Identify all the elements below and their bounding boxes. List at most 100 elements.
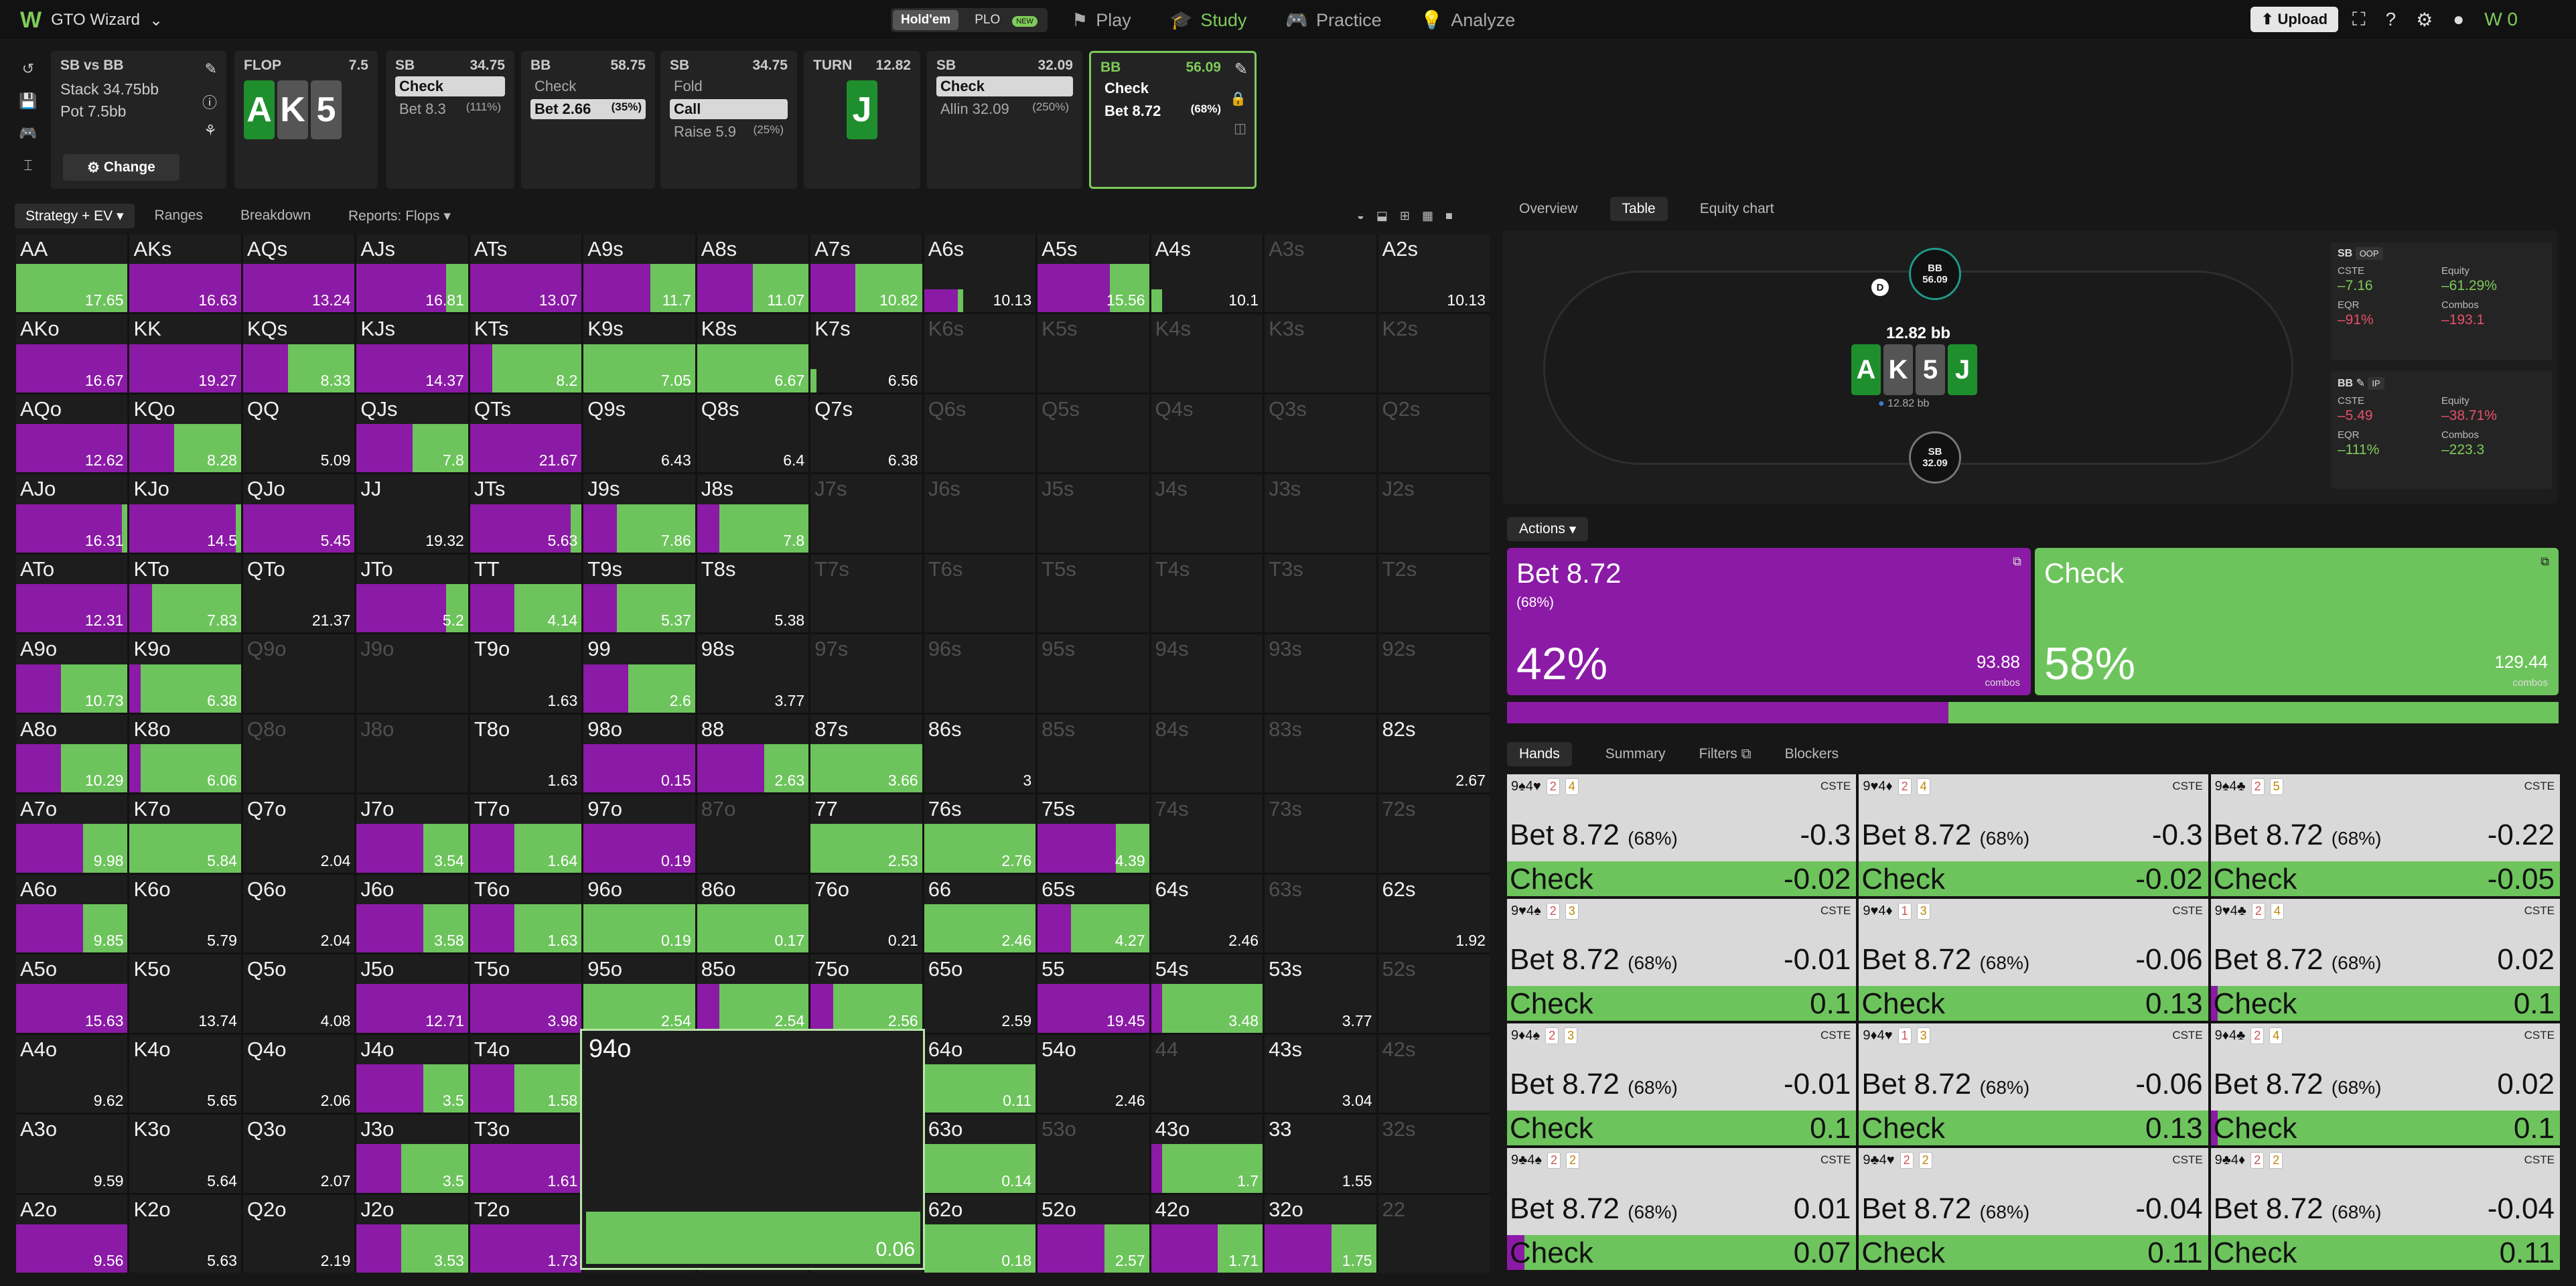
hand-cell[interactable]: 53s 3.77 [1265, 954, 1376, 1033]
hand-cell[interactable]: T5o 3.98 [470, 954, 582, 1033]
hand-cell[interactable]: T9s 5.37 [583, 554, 695, 633]
hand-cell[interactable]: 96s [924, 634, 1036, 713]
hand-cell[interactable]: 87s 3.66 [810, 714, 922, 793]
nav-analyze[interactable]: 💡 Analyze [1421, 9, 1516, 31]
hand-cell[interactable]: A3s [1265, 234, 1376, 313]
hand-cell[interactable]: A5o 15.63 [16, 954, 128, 1033]
upload-button[interactable]: ⬆ Upload [2250, 7, 2339, 32]
hand-cell[interactable]: JTs 5.63 [470, 474, 582, 553]
hand-cell[interactable]: J7s [810, 474, 922, 553]
tab-breakdown[interactable]: Breakdown [240, 208, 311, 224]
hand-cell[interactable]: Q9o [242, 634, 355, 713]
hand-cell[interactable]: 85o 2.54 [697, 954, 809, 1033]
bb-turn-card-selected[interactable]: BB 56.09 Check Bet 8.72 (68%) ✎ 🔒 ◫ [1089, 51, 1257, 189]
hand-cell[interactable]: A2o 9.56 [16, 1194, 128, 1273]
tab-reports[interactable]: Reports: Flops ▾ [348, 208, 451, 224]
hand-cell[interactable]: K8s 6.67 [697, 314, 809, 392]
hand-cell[interactable]: A6s 10.13 [924, 234, 1036, 313]
hand-cell[interactable]: QJo 5.45 [242, 474, 355, 553]
hand-cell[interactable]: 63s [1265, 874, 1376, 953]
hand-cell[interactable]: Q4s [1151, 394, 1263, 473]
hand-cell[interactable]: 98o 0.15 [583, 714, 695, 793]
hand-cell[interactable]: A7o 9.98 [16, 794, 128, 873]
hand-cell[interactable]: J3o 3.5 [356, 1115, 468, 1193]
action-option[interactable]: Bet 2.66 (35%) [530, 99, 646, 119]
hand-cell[interactable]: A9o 10.73 [16, 634, 128, 713]
hand-cell[interactable]: K2o 5.63 [129, 1194, 241, 1273]
tree-icon[interactable]: ⚘ [204, 122, 217, 139]
hand-cell[interactable]: K8o 6.06 [129, 714, 241, 793]
hand-cell[interactable]: T2o 1.73 [470, 1194, 582, 1273]
hand-cell[interactable]: 62o 0.18 [924, 1194, 1036, 1273]
hand-cell[interactable]: K4o 5.65 [129, 1034, 241, 1113]
hand-cell[interactable]: 54s 3.48 [1151, 954, 1263, 1033]
hand-cell[interactable]: A4o 9.62 [16, 1034, 128, 1113]
hand-cell[interactable]: QQ 5.09 [242, 394, 355, 473]
hand-cell[interactable]: A2s 10.13 [1378, 234, 1490, 313]
half-view-icon[interactable]: ⬓ [1376, 209, 1388, 223]
hand-cell[interactable]: 62s 1.92 [1378, 874, 1490, 953]
hand-cell[interactable]: Q2s [1378, 394, 1490, 473]
grid-icon[interactable]: ▦ [1422, 209, 1433, 223]
hand-cell[interactable]: Q8s 6.4 [697, 394, 809, 473]
game-toggle[interactable]: Hold'em PLO NEW [891, 8, 1048, 32]
tab-hands[interactable]: Hands [1507, 742, 1572, 766]
hand-combo-card[interactable]: 9♥4♦ 2 4 CSTE Bet 8.72 (68%) -0.3 Check -0.02 [1859, 774, 2208, 896]
hand-cell[interactable]: J2s [1378, 474, 1490, 553]
hand-cell[interactable]: 76o 0.21 [810, 874, 922, 953]
sb-response-card[interactable]: SB 34.75 Fold Call Raise 5.9 (25%) [660, 51, 797, 189]
hand-cell[interactable]: J5o 12.71 [356, 954, 468, 1033]
save-icon[interactable]: 💾 [19, 92, 37, 110]
hand-cell[interactable]: T7s [810, 554, 922, 633]
hand-cell[interactable]: 93s [1265, 634, 1376, 713]
hand-cell[interactable]: 32o 1.75 [1265, 1194, 1376, 1273]
hand-cell[interactable]: T8o 1.63 [470, 714, 582, 793]
hand-cell[interactable]: AQs 13.24 [242, 234, 355, 313]
action-bet-box[interactable]: Bet 8.72 (68%) 42% 93.88 combos ⧉ [1507, 548, 2031, 695]
hand-cell[interactable]: J6s [924, 474, 1036, 553]
hand-cell[interactable]: 86o 0.17 [697, 874, 809, 953]
hand-cell[interactable]: 94s [1151, 634, 1263, 713]
hand-cell[interactable]: K6o 5.79 [129, 874, 241, 953]
brand[interactable]: W GTO Wizard ⌄ [20, 7, 163, 33]
hand-cell[interactable]: J2o 3.53 [356, 1194, 468, 1273]
hand-cell[interactable]: JJ 19.32 [356, 474, 468, 553]
hand-cell[interactable]: 52o 2.57 [1037, 1194, 1149, 1273]
hand-cell[interactable]: 92s [1378, 634, 1490, 713]
hand-cell[interactable]: J7o 3.54 [356, 794, 468, 873]
hand-cell[interactable]: 64s 2.46 [1151, 874, 1263, 953]
hand-cell[interactable]: Q2o 2.19 [242, 1194, 355, 1273]
actions-dropdown[interactable]: Actions ▾ [1507, 517, 1589, 541]
hand-cell[interactable]: K3s [1265, 314, 1376, 392]
help-icon[interactable]: ? [2386, 9, 2396, 30]
hand-combo-card[interactable]: 9♥4♠ 2 3 CSTE Bet 8.72 (68%) -0.01 Check 0.1 [1507, 899, 1857, 1021]
hand-cell[interactable]: 95s [1037, 634, 1149, 713]
expand-icon[interactable]: ⧉ [2013, 555, 2021, 569]
hand-cell[interactable]: J8o [356, 714, 468, 793]
hand-cell[interactable]: T5s [1037, 554, 1149, 633]
hand-cell[interactable]: 52s [1378, 954, 1490, 1033]
hand-cell[interactable]: K4s [1151, 314, 1263, 392]
hand-cell[interactable]: KQs 8.33 [242, 314, 355, 392]
tab-blockers[interactable]: Blockers [1785, 746, 1839, 762]
sb-action-card[interactable]: SB 34.75 Check Bet 8.3 (111%) [386, 51, 514, 189]
hand-combo-card[interactable]: 9♦4♣ 2 4 CSTE Bet 8.72 (68%) 0.02 Check 0.1 [2210, 1023, 2560, 1145]
hand-cell[interactable]: A3o 9.59 [16, 1115, 128, 1193]
hand-cell[interactable]: K3o 5.64 [129, 1115, 241, 1193]
hand-cell[interactable]: 99 2.6 [583, 634, 695, 713]
hand-cell[interactable]: KJo 14.5 [129, 474, 241, 553]
hand-cell[interactable]: K7o 5.84 [129, 794, 241, 873]
hand-cell[interactable]: 66 2.46 [924, 874, 1036, 953]
hand-cell[interactable]: J4o 3.5 [356, 1034, 468, 1113]
hand-cell[interactable]: Q3s [1265, 394, 1376, 473]
action-option[interactable]: Check [530, 76, 646, 96]
lock-icon[interactable]: 🔒 [1230, 90, 1246, 107]
hand-cell[interactable]: Q8o [242, 714, 355, 793]
hand-cell[interactable]: K9s 7.05 [583, 314, 695, 392]
hand-cell[interactable]: 98s 3.77 [697, 634, 809, 713]
settings-gear-icon[interactable]: ⚙ [2416, 9, 2433, 31]
hand-cell[interactable]: 63o 0.14 [924, 1115, 1036, 1193]
hand-cell[interactable]: 22 [1378, 1194, 1490, 1273]
hand-cell[interactable]: Q6o 2.04 [242, 874, 355, 953]
hand-cell[interactable]: 75o 2.56 [810, 954, 922, 1033]
